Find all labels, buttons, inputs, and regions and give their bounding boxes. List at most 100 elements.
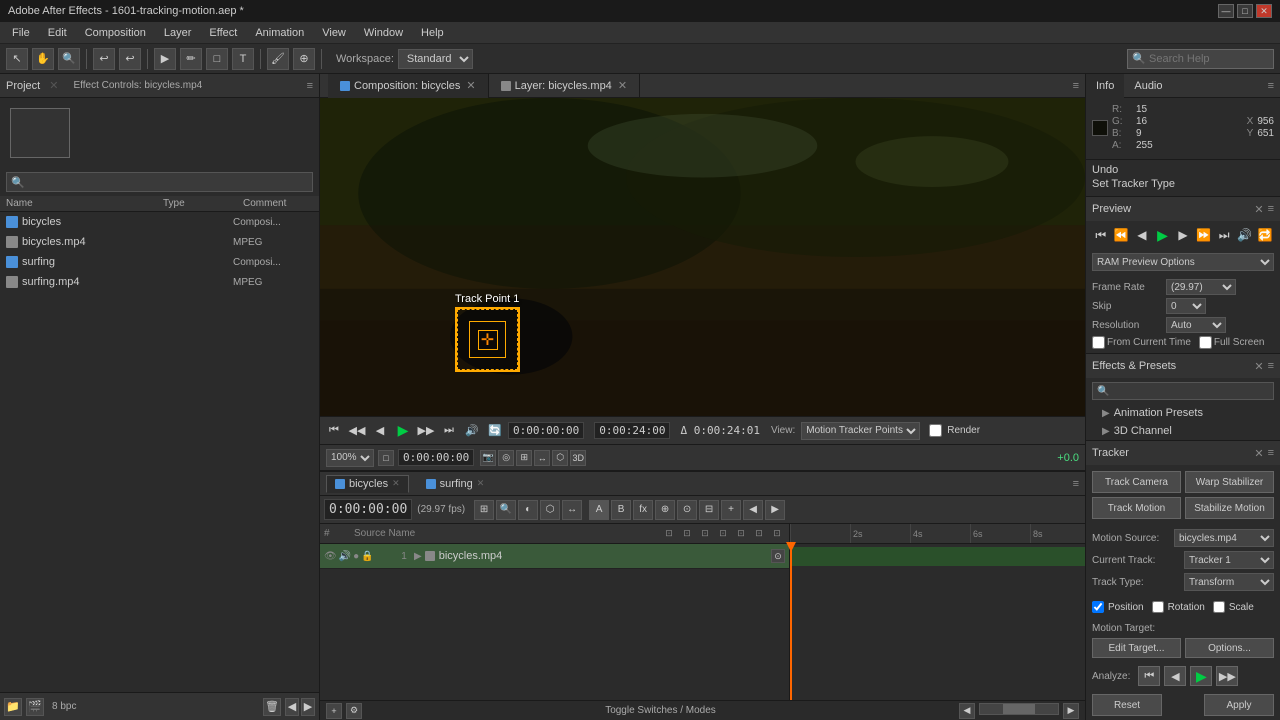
- timeline-mode-7[interactable]: +: [721, 500, 741, 520]
- minimize-button[interactable]: —: [1218, 4, 1234, 18]
- current-time-display[interactable]: 0:00:00:00: [508, 422, 584, 439]
- analyze-back-btn[interactable]: ◀: [1164, 666, 1186, 686]
- warp-stabilizer-btn[interactable]: Warp Stabilizer: [1185, 471, 1274, 493]
- layer-row[interactable]: 👁 🔊 ● 🔒 1 ▶ bicycles.mp4 ⊙: [320, 544, 789, 569]
- scroll-bar[interactable]: [979, 703, 1059, 715]
- prev-loop-btn[interactable]: 🔁: [1257, 225, 1275, 245]
- effects-3d-channel[interactable]: ▶ 3D Channel: [1086, 422, 1280, 440]
- options-btn[interactable]: Options...: [1185, 638, 1274, 658]
- next-btn[interactable]: ▶: [301, 698, 315, 716]
- tool-zoom[interactable]: 🔍: [58, 48, 80, 70]
- list-item[interactable]: bicycles.mp4 MPEG: [0, 232, 319, 252]
- new-folder-btn[interactable]: 📁: [4, 698, 22, 716]
- timeline-mode-5[interactable]: ⊙: [677, 500, 697, 520]
- lock-icon[interactable]: 🔒: [361, 551, 373, 562]
- menu-animation[interactable]: Animation: [247, 25, 312, 41]
- current-track-select[interactable]: Tracker 1: [1184, 551, 1274, 569]
- skip-select[interactable]: 0: [1166, 298, 1206, 314]
- play-next-btn[interactable]: ▶▶: [416, 421, 436, 441]
- play-back-btn[interactable]: ◀: [370, 421, 390, 441]
- tab-composition[interactable]: Composition: bicycles ✕: [328, 74, 489, 98]
- solo-icon[interactable]: ●: [353, 551, 359, 562]
- rotation-checkbox[interactable]: [1152, 601, 1164, 613]
- effects-animation-presets[interactable]: ▶ Animation Presets: [1086, 404, 1280, 422]
- bottom-settings-btn[interactable]: ⚙: [346, 703, 362, 719]
- tool-undo[interactable]: ↩: [93, 48, 115, 70]
- zoom-select[interactable]: 100% 50% 200%: [326, 449, 374, 467]
- menu-effect[interactable]: Effect: [201, 25, 245, 41]
- menu-composition[interactable]: Composition: [77, 25, 154, 41]
- project-search-input[interactable]: [28, 176, 308, 188]
- position-checkbox[interactable]: [1092, 601, 1104, 613]
- trans-btn[interactable]: ↔: [534, 450, 550, 466]
- maximize-button[interactable]: □: [1237, 4, 1253, 18]
- delete-btn[interactable]: 🗑: [263, 698, 281, 716]
- timeline-tab-bicycles[interactable]: bicycles ✕: [326, 475, 409, 493]
- play-btn[interactable]: ▶: [393, 421, 413, 441]
- analyze-first-btn[interactable]: ⏮: [1138, 666, 1160, 686]
- timeline-mode-1[interactable]: A: [589, 500, 609, 520]
- timeline-mode-2[interactable]: B: [611, 500, 631, 520]
- search-help-input[interactable]: [1149, 53, 1269, 65]
- mask-btn[interactable]: ⬡: [552, 450, 568, 466]
- tool-arrow[interactable]: ↖: [6, 48, 28, 70]
- tool-pen[interactable]: ✏: [180, 48, 202, 70]
- preview-panel-menu[interactable]: ≡: [1268, 203, 1274, 216]
- motion-source-select[interactable]: bicycles.mp4: [1174, 529, 1274, 547]
- timeline-tab-surfing[interactable]: surfing ✕: [417, 475, 494, 493]
- ram-preview-options-select[interactable]: RAM Preview Options: [1092, 253, 1274, 271]
- viewer-panel-menu[interactable]: ≡: [1067, 80, 1085, 92]
- menu-file[interactable]: File: [4, 25, 38, 41]
- tool-clone[interactable]: ⊕: [293, 48, 315, 70]
- timeline-mode-6[interactable]: ⊟: [699, 500, 719, 520]
- play-last-btn[interactable]: ⏭: [439, 421, 459, 441]
- tracker-close-icon[interactable]: ✕: [1254, 447, 1263, 460]
- analyze-play-btn[interactable]: ▶: [1190, 666, 1212, 686]
- full-screen-checkbox[interactable]: [1199, 336, 1212, 349]
- tool-render[interactable]: ▶: [154, 48, 176, 70]
- new-comp-btn[interactable]: 🎬: [26, 698, 44, 716]
- tool-redo[interactable]: ↩: [119, 48, 141, 70]
- comp-tab-close[interactable]: ✕: [466, 79, 475, 92]
- surfing-tab-close[interactable]: ✕: [477, 478, 485, 489]
- layer-switch-1[interactable]: ⊙: [771, 549, 785, 563]
- audio-btn[interactable]: 🔊: [462, 421, 482, 441]
- effects-panel-menu[interactable]: ≡: [1268, 360, 1274, 373]
- stabilize-motion-btn[interactable]: Stabilize Motion: [1185, 497, 1274, 519]
- effect-controls-tab[interactable]: Effect Controls: bicycles.mp4: [73, 80, 202, 91]
- reset-btn[interactable]: Reset: [1092, 694, 1162, 716]
- close-button[interactable]: ✕: [1256, 4, 1272, 18]
- loop-btn[interactable]: 🔄: [485, 421, 505, 441]
- view-select[interactable]: Motion Tracker Points: [801, 422, 920, 440]
- info-panel-menu[interactable]: ≡: [1262, 80, 1280, 92]
- timeline-mode-3[interactable]: fx: [633, 500, 653, 520]
- timeline-mode-9[interactable]: ▶: [765, 500, 785, 520]
- track-motion-btn[interactable]: Track Motion: [1092, 497, 1181, 519]
- visibility-eye[interactable]: 👁: [324, 551, 337, 562]
- prev-step-fwd-btn[interactable]: ▶: [1174, 225, 1192, 245]
- play-prev-btn[interactable]: ◀◀: [347, 421, 367, 441]
- list-item[interactable]: surfing.mp4 MPEG: [0, 272, 319, 292]
- tool-hand[interactable]: ✋: [32, 48, 54, 70]
- zoom-fit-btn[interactable]: □: [378, 450, 394, 466]
- menu-edit[interactable]: Edit: [40, 25, 75, 41]
- menu-help[interactable]: Help: [413, 25, 452, 41]
- timeline-panel-menu[interactable]: ≡: [1073, 478, 1079, 490]
- snap-btn[interactable]: ◎: [498, 450, 514, 466]
- tab-info[interactable]: Info: [1086, 74, 1124, 98]
- workspace-select[interactable]: Standard: [398, 49, 473, 69]
- menu-view[interactable]: View: [314, 25, 354, 41]
- prev-first-btn[interactable]: ⏮: [1092, 225, 1110, 245]
- timeline-mode-4[interactable]: ⊕: [655, 500, 675, 520]
- prev-back-btn[interactable]: ⏪: [1113, 225, 1131, 245]
- menu-layer[interactable]: Layer: [156, 25, 200, 41]
- audio-icon[interactable]: 🔊: [339, 551, 351, 562]
- preview-close-icon[interactable]: ✕: [1254, 203, 1263, 216]
- tool-shape[interactable]: □: [206, 48, 228, 70]
- prev-last-btn[interactable]: ⏭: [1215, 225, 1233, 245]
- play-first-btn[interactable]: ⏮: [324, 421, 344, 441]
- scroll-right-btn[interactable]: ▶: [1063, 703, 1079, 719]
- track-type-select[interactable]: Transform: [1184, 573, 1274, 591]
- tab-audio[interactable]: Audio: [1124, 74, 1172, 98]
- bottom-add-btn[interactable]: +: [326, 703, 342, 719]
